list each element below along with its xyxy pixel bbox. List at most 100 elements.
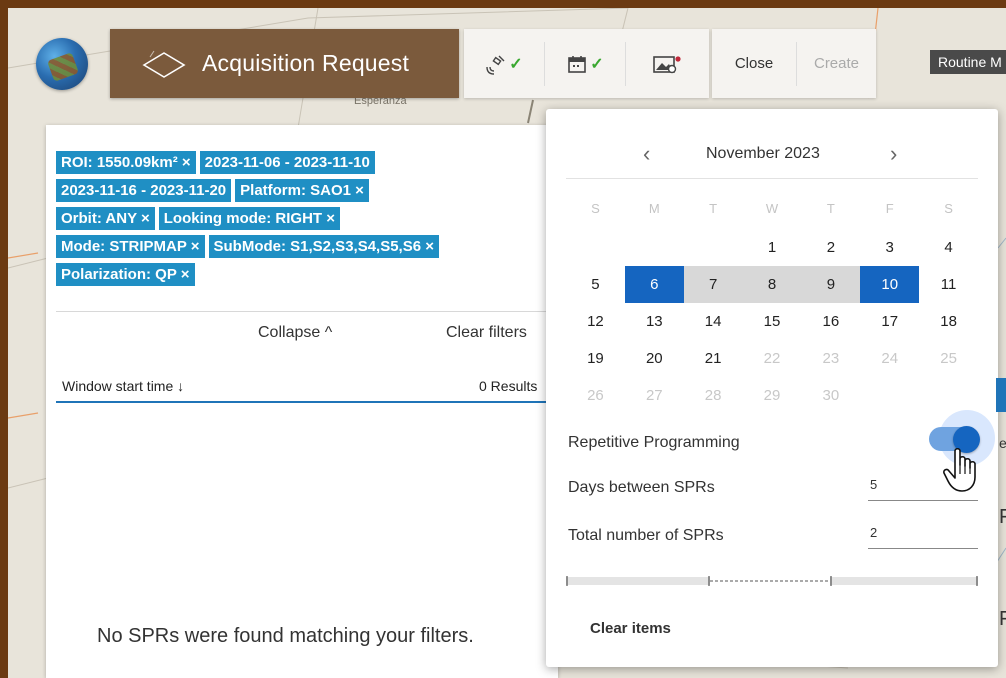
- app-logo[interactable]: [36, 38, 88, 90]
- wizard-steps-toolbar: ✓ ✓: [464, 29, 709, 98]
- calendar-day: 24: [881, 350, 899, 367]
- page-title: Acquisition Request: [202, 50, 410, 76]
- filter-panel: ROI: 1550.09km² × 2023-11-06 - 2023-11-10…: [46, 125, 558, 678]
- step-satellite-button[interactable]: ✓: [464, 29, 544, 98]
- acquisition-request-title[interactable]: Acquisition Request: [110, 29, 459, 98]
- calendar-empty-cell: [860, 377, 919, 414]
- filter-chips: ROI: 1550.09km² × 2023-11-06 - 2023-11-10…: [56, 151, 546, 291]
- step-image-settings-button[interactable]: [626, 29, 708, 98]
- chevron-right-icon[interactable]: ›: [890, 141, 897, 167]
- calendar-day: 23: [822, 350, 840, 367]
- clear-filters-button[interactable]: Clear filters: [446, 324, 527, 342]
- app-window: Esperanza Acquisition Request ✓ ✓ Close …: [8, 8, 1006, 678]
- partial-text: F: [999, 608, 1006, 630]
- calendar-days: 1 2 3 4 5 6 7 8 9 10 11 12 13 14 15 16 17 18 19 20 21 22 23 24 2…: [566, 229, 978, 414]
- calendar-day[interactable]: 13: [625, 303, 684, 340]
- check-icon: ✓: [509, 55, 523, 73]
- calendar-day[interactable]: 16: [801, 303, 860, 340]
- weekday-header: F: [885, 200, 894, 216]
- repetitive-programming-label: Repetitive Programming: [568, 434, 740, 451]
- calendar-day[interactable]: 6: [624, 266, 684, 303]
- sort-header[interactable]: Window start time ↓: [62, 378, 184, 394]
- weekday-header: S: [591, 200, 600, 216]
- routine-mode-badge[interactable]: Routine M: [930, 50, 1006, 74]
- partial-text: e: [999, 435, 1006, 451]
- weekday-header: W: [765, 200, 779, 216]
- partial-text: F: [999, 506, 1006, 528]
- weekday-header: S: [944, 200, 953, 216]
- calendar-day[interactable]: 17: [860, 303, 919, 340]
- divider: [566, 178, 978, 179]
- chip-row: ROI: 1550.09km² × 2023-11-06 - 2023-11-10: [56, 151, 546, 174]
- calendar-day[interactable]: 20: [625, 340, 684, 377]
- filter-chip[interactable]: ROI: 1550.09km² ×: [56, 151, 196, 174]
- calendar-empty-cell: [566, 229, 625, 266]
- close-button[interactable]: Close: [735, 55, 773, 72]
- calendar-day[interactable]: 1: [743, 229, 802, 266]
- calendar-day: 27: [645, 387, 663, 404]
- calendar-empty-cell: [684, 229, 743, 266]
- filter-chip[interactable]: 2023-11-06 - 2023-11-10: [199, 151, 375, 174]
- filter-chip[interactable]: Polarization: QP ×: [56, 263, 195, 286]
- filter-chip[interactable]: Mode: STRIPMAP ×: [56, 235, 205, 258]
- calendar-icon: [568, 55, 587, 73]
- days-between-input[interactable]: [868, 475, 978, 501]
- chip-row: Polarization: QP ×: [56, 263, 546, 286]
- calendar-month-title: November 2023: [706, 145, 820, 162]
- days-between-label: Days between SPRs: [568, 479, 715, 496]
- calendar-empty-cell: [919, 377, 978, 414]
- empty-results-message: No SPRs were found matching your filters…: [97, 625, 474, 647]
- calendar-day[interactable]: 21: [684, 340, 743, 377]
- actions-toolbar: Close Create: [712, 29, 876, 98]
- calendar-day[interactable]: 9: [801, 266, 861, 303]
- chip-row: Orbit: ANY × Looking mode: RIGHT ×: [56, 207, 546, 230]
- clear-items-button[interactable]: Clear items: [590, 620, 671, 637]
- check-icon: ✓: [590, 55, 604, 73]
- calendar-day: 26: [587, 387, 604, 404]
- calendar-day: 30: [822, 387, 840, 404]
- satellite-icon: [486, 55, 505, 75]
- calendar-day[interactable]: 15: [743, 303, 802, 340]
- calendar-day[interactable]: 7: [683, 266, 743, 303]
- calendar-day: 25: [940, 350, 957, 367]
- create-button[interactable]: Create: [814, 55, 859, 72]
- calendar-day[interactable]: 12: [566, 303, 625, 340]
- calendar-day: 22: [763, 350, 781, 367]
- calendar-day[interactable]: 4: [919, 229, 978, 266]
- calendar-day[interactable]: 2: [801, 229, 860, 266]
- chevron-left-icon[interactable]: ‹: [643, 141, 650, 167]
- weekday-header: T: [826, 200, 835, 216]
- filter-chip[interactable]: SubMode: S1,S2,S3,S4,S5,S6 ×: [208, 235, 440, 258]
- sort-underline: [56, 401, 558, 403]
- filter-chip[interactable]: 2023-11-16 - 2023-11-20: [56, 179, 232, 202]
- total-number-label: Total number of SPRs: [568, 527, 724, 544]
- results-count: 0 Results: [479, 378, 538, 394]
- chip-row: Mode: STRIPMAP × SubMode: S1,S2,S3,S4,S5,…: [56, 235, 546, 258]
- calendar-day[interactable]: 19: [566, 340, 625, 377]
- spr-timeline: [566, 576, 978, 586]
- calendar-day[interactable]: 8: [742, 266, 802, 303]
- calendar-day[interactable]: 14: [684, 303, 743, 340]
- calendar-day[interactable]: 5: [566, 266, 625, 303]
- divider: [56, 311, 548, 312]
- filter-chip[interactable]: Orbit: ANY ×: [56, 207, 155, 230]
- calendar-empty-cell: [625, 229, 684, 266]
- filter-chip[interactable]: Looking mode: RIGHT ×: [158, 207, 341, 230]
- calendar-day[interactable]: 11: [919, 266, 978, 303]
- partial-blue-button[interactable]: [996, 378, 1006, 412]
- calendar-day: 29: [763, 387, 781, 404]
- date-picker-popup: ‹ November 2023 › SMTWTFS 1 2 3 4 5 6 7 8 9 10 11 1…: [546, 109, 998, 667]
- filter-chip[interactable]: Platform: SAO1 ×: [235, 179, 369, 202]
- calendar-day[interactable]: 3: [860, 229, 919, 266]
- diamond-area-icon: [142, 50, 186, 78]
- step-calendar-button[interactable]: ✓: [545, 29, 625, 98]
- collapse-button[interactable]: Collapse ^: [258, 324, 332, 342]
- calendar-day: 28: [704, 387, 722, 404]
- weekday-header: T: [709, 200, 718, 216]
- total-number-input[interactable]: [868, 523, 978, 549]
- weekday-header-row: SMTWTFS: [566, 193, 978, 223]
- chip-row: 2023-11-16 - 2023-11-20 Platform: SAO1 ×: [56, 179, 546, 202]
- image-settings-icon: [653, 55, 681, 73]
- calendar-day[interactable]: 18: [919, 303, 978, 340]
- calendar-day[interactable]: 10: [860, 266, 920, 303]
